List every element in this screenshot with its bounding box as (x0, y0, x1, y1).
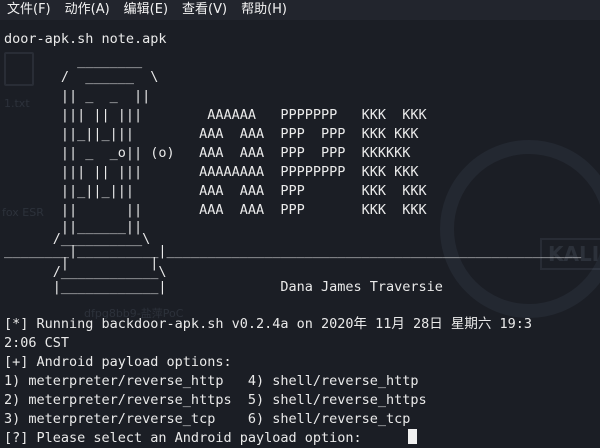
payload-options-header: [+] Android payload options: (4, 354, 232, 370)
menu-edit[interactable]: 编辑(E) (117, 0, 175, 20)
command-line: door-apk.sh note.apk (4, 31, 167, 47)
ascii-art-line: |____________| Dana James Traversie (4, 279, 443, 295)
ascii-art-line: ||| || ||| AAAAAAAA PPPPPPPP KKK KKK (4, 164, 419, 180)
menu-file[interactable]: 文件(F) (0, 0, 58, 20)
menu-help[interactable]: 帮助(H) (234, 0, 294, 20)
payload-options-row: 1) meterpreter/reverse_http 4) shell/rev… (4, 373, 419, 389)
kali-dragon-logo (440, 140, 600, 318)
menu-action[interactable]: 动作(A) (58, 0, 117, 20)
ascii-art-line: ||| || ||| AAAAAA PPPPPPP KKK KKK (4, 107, 427, 123)
payload-options-row: 3) meterpreter/reverse_tcp 6) shell/reve… (4, 411, 411, 427)
ascii-art-line: ||_||_||| AAA AAA PPP KKK KKK (4, 183, 427, 199)
ascii-art-line: ||_||_||| AAA AAA PPP PPP KKK KKK (4, 126, 419, 142)
terminal-cursor[interactable] (408, 429, 417, 444)
payload-select-prompt: [?] Please select an Android payload opt… (4, 430, 370, 446)
ascii-art-line: || _ _o|| (o) AAA AAA PPP PPP KKKKKK (4, 145, 411, 161)
running-status-line: [*] Running backdoor-apk.sh v0.2.4a on 2… (4, 316, 533, 332)
menu-view[interactable]: 查看(V) (175, 0, 234, 20)
ascii-art-line: || _ _ || (4, 88, 151, 104)
terminal-menu-bar: 文件(F) 动作(A) 编辑(E) 查看(V) 帮助(H) (0, 0, 600, 20)
running-status-line-wrap: 2:06 CST (4, 335, 70, 351)
ascii-art-line: / ______ \ (4, 69, 159, 85)
payload-options-row: 2) meterpreter/reverse_https 5) shell/re… (4, 392, 427, 408)
